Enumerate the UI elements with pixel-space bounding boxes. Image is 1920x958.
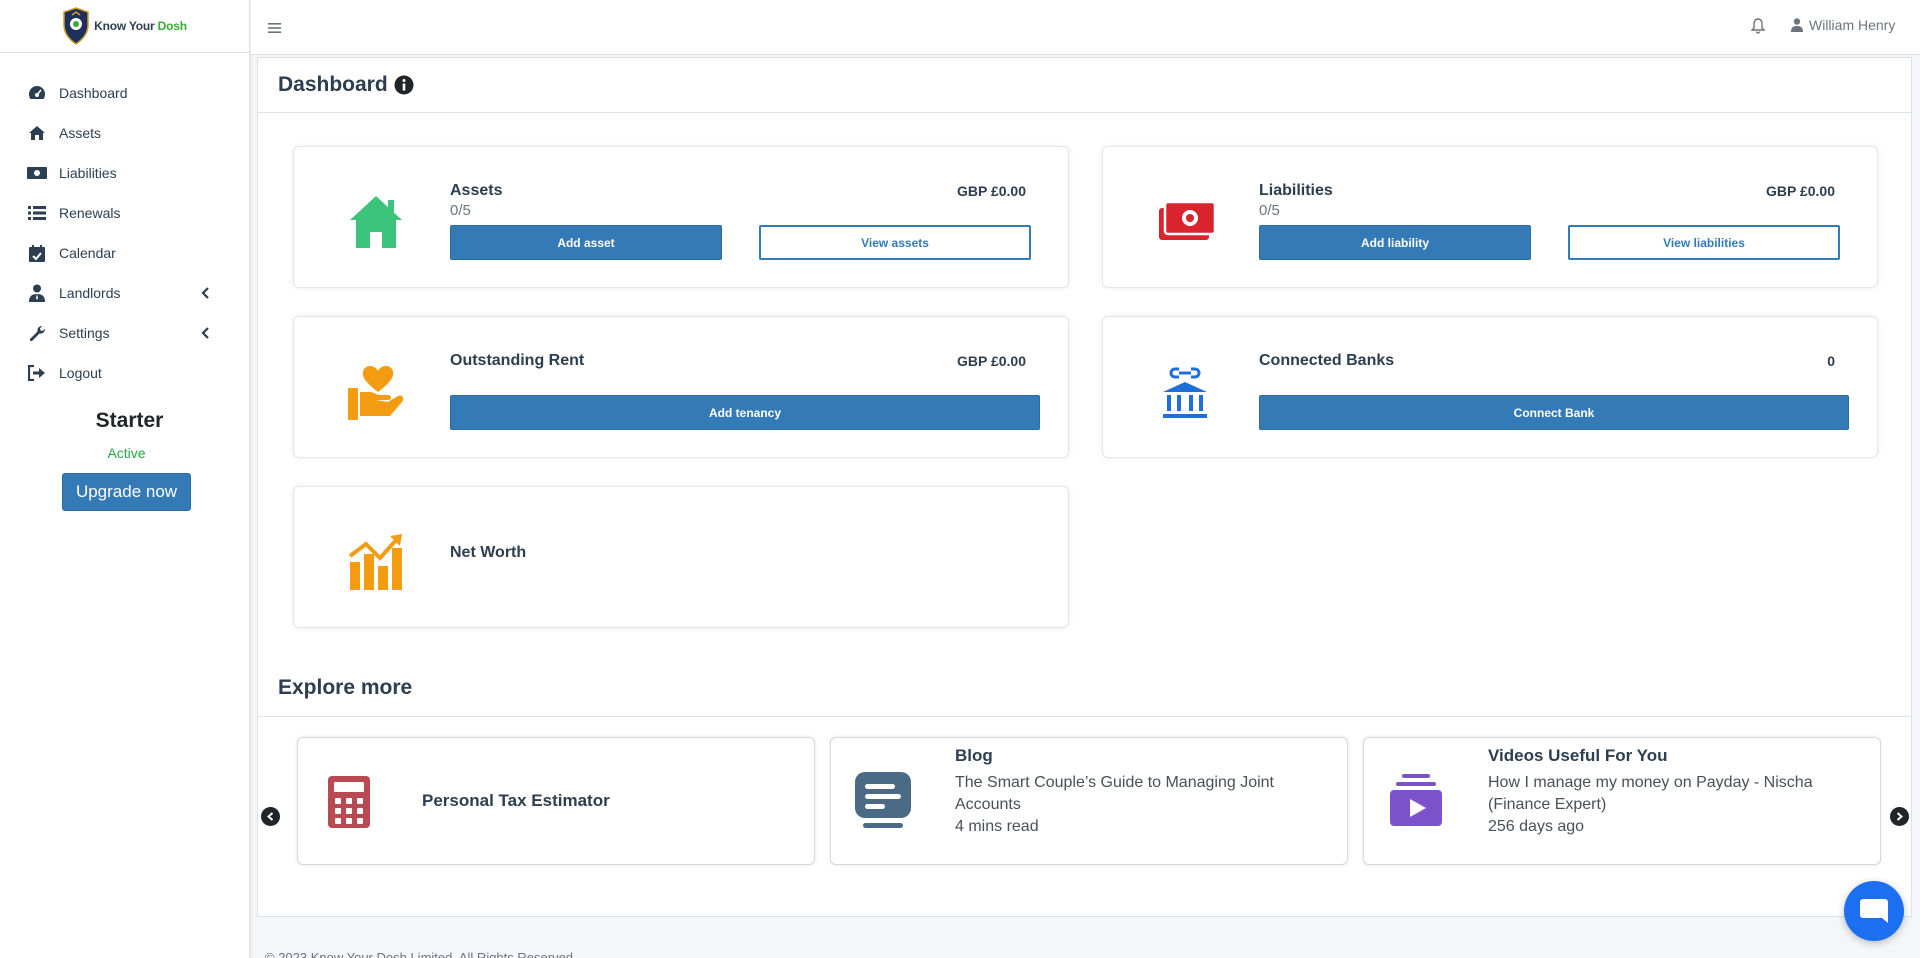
card-title: Connected Banks [1259, 352, 1395, 369]
chart-growth-icon [348, 534, 402, 590]
view-liabilities-button[interactable]: View liabilities [1568, 225, 1840, 260]
assets-amount: GBP £0.00 [956, 183, 1026, 199]
add-tenancy-button[interactable]: Add tenancy [450, 395, 1040, 430]
sidebar-item-liabilities[interactable]: Liabilities [0, 153, 249, 193]
sidebar-item-label: Renewals [59, 205, 121, 221]
plan-status: Active [107, 445, 146, 461]
chat-widget-button[interactable] [1844, 881, 1904, 941]
connected-banks-card: Connected Banks 0 Connect Bank [1102, 316, 1878, 458]
explore-card-videos[interactable]: Videos Useful For You How I manage my mo… [1363, 737, 1881, 865]
explore-card-title: Blog [955, 746, 993, 765]
card-title: Net Worth [450, 544, 527, 561]
brand-logo[interactable]: Know Your Dosh [0, 0, 249, 53]
explore-card-title: Videos Useful For You [1488, 746, 1668, 765]
sidebar-item-renewals[interactable]: Renewals [0, 193, 249, 233]
carousel-prev-button[interactable] [261, 807, 280, 826]
add-liability-button[interactable]: Add liability [1259, 225, 1531, 260]
page-title: Dashboard [278, 73, 388, 96]
chevron-left-icon [201, 287, 209, 299]
hand-holding-heart-icon [348, 366, 404, 420]
video-title-line1: How I manage my money on Payday - Nischa [1488, 774, 1813, 791]
plan-name: Starter [95, 409, 164, 432]
connect-bank-button[interactable]: Connect Bank [1259, 395, 1849, 430]
explore-card-tax-estimator[interactable]: Personal Tax Estimator [297, 737, 815, 865]
footer-copyright: © 2023 Know Your Dosh Limited. All Right… [265, 950, 574, 958]
home-icon [27, 123, 47, 143]
sidebar-item-calendar[interactable]: Calendar [0, 233, 249, 273]
user-icon [1791, 18, 1803, 32]
liabilities-amount: GBP £0.00 [1765, 183, 1835, 199]
section-divider [258, 716, 1911, 717]
bell-icon[interactable] [1751, 18, 1765, 34]
liabilities-card: Liabilities 0/5 GBP £0.00 Add liability … [1102, 146, 1878, 288]
banks-count: 0 [1827, 353, 1835, 369]
sidebar-item-dashboard[interactable]: Dashboard [0, 73, 249, 113]
user-tie-icon [27, 283, 47, 303]
money-bill-stack-icon [1159, 200, 1215, 240]
chevron-left-icon [266, 812, 274, 821]
upgrade-button[interactable]: Upgrade now [61, 473, 192, 511]
card-title: Assets [450, 182, 503, 199]
sidebar-item-label: Logout [59, 365, 102, 381]
info-icon[interactable] [394, 75, 414, 95]
video-title-line2: (Finance Expert) [1488, 796, 1607, 813]
bank-link-icon [1163, 367, 1207, 418]
wrench-icon [27, 323, 47, 343]
video-playlist-icon [1390, 774, 1442, 826]
video-age: 256 days ago [1488, 818, 1585, 835]
card-title: Liabilities [1259, 182, 1333, 199]
chevron-right-icon [1896, 812, 1904, 821]
assets-card: Assets 0/5 GBP £0.00 Add asset View asse… [293, 146, 1069, 288]
home-icon [350, 196, 402, 248]
blog-read-time: 4 mins read [955, 818, 1039, 835]
sidebar-item-settings[interactable]: Settings [0, 313, 249, 353]
sidebar-item-assets[interactable]: Assets [0, 113, 249, 153]
blog-article-icon [855, 772, 911, 828]
sidebar-nav: Dashboard Assets Liabilities Renewals Ca… [0, 53, 249, 393]
top-bar: William Henry [251, 0, 1920, 55]
assets-count: 0/5 [450, 202, 471, 219]
explore-card-blog[interactable]: Blog The Smart Couple’s Guide to Managin… [830, 737, 1348, 865]
sidebar-item-label: Settings [59, 325, 110, 341]
liabilities-count: 0/5 [1259, 202, 1280, 219]
main-content: Dashboard Assets 0/5 GBP £0.00 Add asset… [257, 57, 1912, 917]
brand-name: Know Your Dosh [94, 19, 187, 33]
sidebar-item-logout[interactable]: Logout [0, 353, 249, 393]
net-worth-card[interactable]: Net Worth [293, 486, 1069, 628]
card-title: Outstanding Rent [450, 352, 585, 369]
hamburger-menu-icon[interactable] [268, 22, 281, 34]
blog-headline-line2: Accounts [955, 796, 1021, 813]
rent-amount: GBP £0.00 [956, 353, 1026, 369]
user-menu[interactable]: William Henry [1791, 17, 1895, 33]
page-header: Dashboard [258, 58, 1911, 113]
chevron-left-icon [201, 327, 209, 339]
dashboard-gauge-icon [27, 83, 47, 103]
add-asset-button[interactable]: Add asset [450, 225, 722, 260]
sidebar-item-label: Dashboard [59, 85, 128, 101]
money-bill-icon [27, 163, 47, 183]
sidebar-item-label: Landlords [59, 285, 121, 301]
chat-bubble-icon [1860, 899, 1888, 923]
view-assets-button[interactable]: View assets [759, 225, 1031, 260]
sign-out-icon [27, 363, 47, 383]
sidebar-item-label: Liabilities [59, 165, 117, 181]
plan-panel: Starter Active Upgrade now [0, 409, 249, 511]
sidebar-item-label: Assets [59, 125, 102, 141]
calculator-icon [328, 776, 370, 828]
explore-more-title: Explore more [278, 676, 413, 699]
carousel-next-button[interactable] [1890, 807, 1909, 826]
calendar-check-icon [27, 243, 47, 263]
outstanding-rent-card: Outstanding Rent GBP £0.00 Add tenancy [293, 316, 1069, 458]
sidebar-item-landlords[interactable]: Landlords [0, 273, 249, 313]
shield-logo-icon [63, 7, 89, 45]
blog-headline-line1: The Smart Couple’s Guide to Managing Joi… [955, 774, 1274, 791]
user-name: William Henry [1809, 17, 1896, 33]
sidebar-item-label: Calendar [59, 245, 116, 261]
sidebar: Know Your Dosh Dashboard Assets Liabilit… [0, 0, 250, 958]
explore-card-title: Personal Tax Estimator [422, 791, 610, 810]
list-icon [27, 203, 47, 223]
